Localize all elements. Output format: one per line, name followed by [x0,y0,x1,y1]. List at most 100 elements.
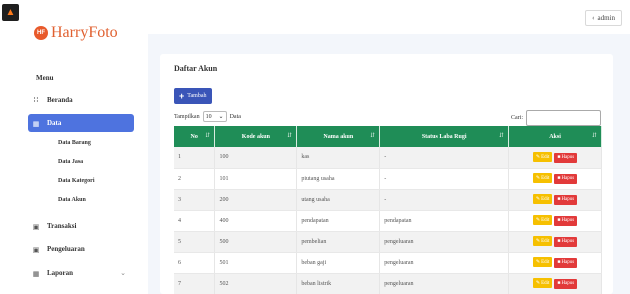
cell-kode: 501 [214,252,298,274]
sidebar-item-laporan[interactable]: ▦ Laporan ⌄ [28,264,134,282]
edit-icon: ✎ [535,239,541,245]
page-length-value: 10 [205,113,212,120]
edit-button-label: Edit [541,175,550,181]
menu-heading: Menu [36,74,54,82]
column-header-status[interactable]: Status Laba Rugi ⇵ [379,126,510,147]
column-header-nama[interactable]: Nama akun ⇵ [296,126,381,147]
delete-button-label: Hapus [561,260,575,266]
search-input[interactable] [526,110,601,126]
sort-icon: ⇵ [287,133,293,139]
user-menu-button[interactable]: ‹ admin [585,10,622,26]
trash-icon: ■ [557,197,561,203]
table-row: 1 100 kas - ✎ Edit ■ Hapus [174,147,602,169]
column-header-aksi[interactable]: Aksi ⇵ [508,126,602,147]
sidebar-item-pengeluaran[interactable]: ▣ Pengeluaran [28,240,134,258]
column-header-no[interactable]: No ⇵ [174,126,216,147]
delete-button[interactable]: ■ Hapus [554,236,578,247]
edit-button[interactable]: ✎ Edit [532,173,553,184]
edit-button-label: Edit [541,280,550,286]
column-header-label: Nama akun [323,133,354,140]
sidebar-item-transaksi[interactable]: ▣ Transaksi [28,217,134,235]
cell-no: 1 [174,147,216,169]
column-header-kode[interactable]: Kode akun ⇵ [214,126,298,147]
cell-nama: utang usaha [296,189,381,211]
edit-button[interactable]: ✎ Edit [532,236,553,247]
edit-icon: ✎ [535,197,541,203]
trash-icon: ■ [557,239,561,245]
delete-button[interactable]: ■ Hapus [554,257,578,268]
sidebar-item-data[interactable]: ▦ Data [28,114,134,132]
cell-status: - [379,189,510,211]
sidebar-subitem-data-barang[interactable]: Data Barang [58,140,91,146]
edit-button-label: Edit [541,154,550,160]
cell-kode: 100 [214,147,298,169]
trash-icon: ■ [557,260,561,266]
cell-nama: pembelian [296,231,381,253]
edit-button[interactable]: ✎ Edit [532,215,553,226]
table-row: 7 502 beban listrik pengeluaran ✎ Edit ■ Hapus [174,273,602,294]
add-button[interactable]: + Tambah [174,88,212,104]
page-length-control: Tampilkan 10 ⌄ Data [174,111,241,122]
column-header-label: Kode akun [241,133,270,140]
edit-button-label: Edit [541,259,550,265]
cell-no: 3 [174,189,216,211]
cell-kode: 502 [214,273,298,294]
delete-button[interactable]: ■ Hapus [554,194,578,205]
sidebar-subitem-data-kategori[interactable]: Data Kategori [58,178,95,184]
sidebar: HF HarryFoto Menu ∷ Beranda ▦ Data Data … [0,0,148,294]
grid-icon: ∷ [33,96,39,104]
sidebar-item-beranda[interactable]: ∷ Beranda [28,91,134,109]
cell-actions: ✎ Edit ■ Hapus [508,189,602,211]
cell-actions: ✎ Edit ■ Hapus [508,168,602,190]
edit-icon: ✎ [535,218,541,224]
column-header-label: No [190,133,198,140]
delete-button[interactable]: ■ Hapus [554,152,578,163]
accounts-table: No ⇵ Kode akun ⇵ Nama akun ⇵ Status Laba Ru… [174,126,602,294]
sort-icon: ⇵ [591,133,597,139]
cell-status: pengeluaran [379,273,510,294]
table-icon: ▦ [32,269,40,278]
plus-icon: + [179,91,185,101]
sidebar-item-label: Pengeluaran [47,245,85,253]
cell-nama: beban gaji [296,252,381,274]
sidebar-item-label: Data [47,119,62,127]
cell-no: 4 [174,210,216,232]
page-title: Daftar Akun [174,64,218,73]
cell-status: pengeluaran [379,231,510,253]
delete-button[interactable]: ■ Hapus [554,215,578,226]
cell-actions: ✎ Edit ■ Hapus [508,252,602,274]
cell-actions: ✎ Edit ■ Hapus [508,147,602,169]
column-header-label: Aksi [549,133,561,140]
page-length-select[interactable]: 10 ⌄ [202,111,227,122]
cell-status: pendapatan [379,210,510,232]
cell-no: 6 [174,252,216,274]
table-icon: ▦ [32,119,40,128]
delete-button[interactable]: ■ Hapus [554,173,578,184]
cell-nama: pendapatan [296,210,381,232]
edit-button-label: Edit [541,196,550,202]
sort-icon: ⇵ [370,133,376,139]
delete-button-label: Hapus [561,155,575,160]
edit-button-label: Edit [541,217,550,223]
chevron-down-icon: ⌄ [120,269,126,277]
search-label: Cari: [511,115,523,121]
table-row: 3 200 utang usaha - ✎ Edit ■ Hapus [174,189,602,211]
cell-no: 2 [174,168,216,190]
table-row: 6 501 beban gaji pengeluaran ✎ Edit ■ Hapus [174,252,602,274]
length-prefix: Tampilkan [174,113,200,120]
brand-logo[interactable]: HF HarryFoto [34,24,118,42]
cell-status: - [379,147,510,169]
edit-button[interactable]: ✎ Edit [532,194,553,205]
edit-button[interactable]: ✎ Edit [532,152,553,162]
table-header-row: No ⇵ Kode akun ⇵ Nama akun ⇵ Status Laba Ru… [174,126,602,147]
cell-status: pengeluaran [379,252,510,274]
edit-button[interactable]: ✎ Edit [532,257,553,268]
search-control: Cari: [511,110,601,126]
sidebar-subitem-data-akun[interactable]: Data Akun [58,197,86,203]
delete-button[interactable]: ■ Hapus [554,278,578,289]
edit-button[interactable]: ✎ Edit [532,278,553,289]
cell-nama: piutang usaha [296,168,381,190]
length-suffix: Data [229,113,241,120]
trash-icon: ■ [557,218,561,224]
sidebar-subitem-data-jasa[interactable]: Data Jasa [58,159,83,165]
